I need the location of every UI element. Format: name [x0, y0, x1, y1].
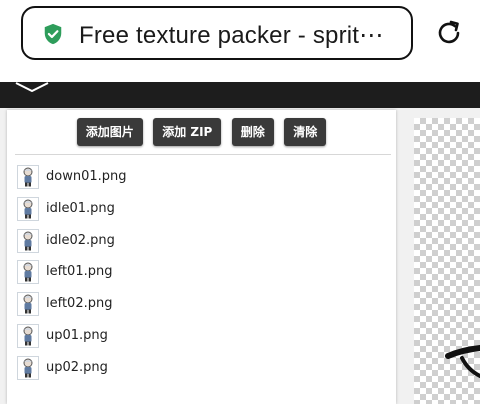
file-name: down01.png: [46, 169, 127, 184]
file-name: up02.png: [46, 359, 108, 375]
sprite-thumbnail: [17, 165, 39, 189]
chevron-down-icon[interactable]: [12, 80, 52, 92]
images-panel: 添加图片 添加 ZIP 删除 清除 down01.png idle01.png …: [7, 110, 396, 404]
sprite-thumbnail: [17, 228, 39, 253]
sprite-thumbnail: [17, 355, 39, 380]
divider: [15, 154, 391, 155]
url-text[interactable]: Free texture packer - sprit⋯: [79, 21, 399, 50]
list-item[interactable]: down01.png: [17, 162, 387, 194]
list-item[interactable]: left02.png: [17, 289, 387, 321]
list-item[interactable]: up01.png: [17, 321, 387, 353]
file-list: down01.png idle01.png idle02.png left01.…: [17, 162, 387, 385]
site-header: [0, 82, 480, 108]
reload-icon[interactable]: [434, 18, 464, 48]
file-name: idle02.png: [46, 232, 115, 248]
file-name: left02.png: [46, 296, 113, 312]
file-name: left01.png: [46, 264, 113, 280]
sprite-thumbnail: [17, 196, 39, 221]
address-bar[interactable]: Free texture packer - sprit⋯: [21, 6, 413, 60]
file-name: idle01.png: [46, 200, 115, 216]
clear-button[interactable]: 清除: [284, 118, 327, 146]
panel-toolbar: 添加图片 添加 ZIP 删除 清除: [7, 118, 396, 148]
sprite-fragment: [445, 345, 480, 378]
sprite-thumbnail: [17, 260, 39, 285]
list-item[interactable]: left01.png: [17, 257, 387, 289]
sprite-thumbnail: [17, 323, 39, 348]
sprite-thumbnail: [17, 292, 39, 317]
list-item[interactable]: up02.png: [17, 353, 387, 385]
list-item[interactable]: idle02.png: [17, 226, 387, 258]
list-item[interactable]: idle01.png: [17, 194, 387, 226]
add-zip-button[interactable]: 添加 ZIP: [153, 118, 222, 146]
add-image-button[interactable]: 添加图片: [76, 118, 143, 146]
file-name: up01.png: [46, 327, 108, 343]
delete-button[interactable]: 删除: [231, 118, 274, 146]
browser-top-bar: Free texture packer - sprit⋯: [0, 0, 480, 82]
shield-check-icon: [44, 23, 62, 45]
panel-gutter: [396, 108, 414, 404]
